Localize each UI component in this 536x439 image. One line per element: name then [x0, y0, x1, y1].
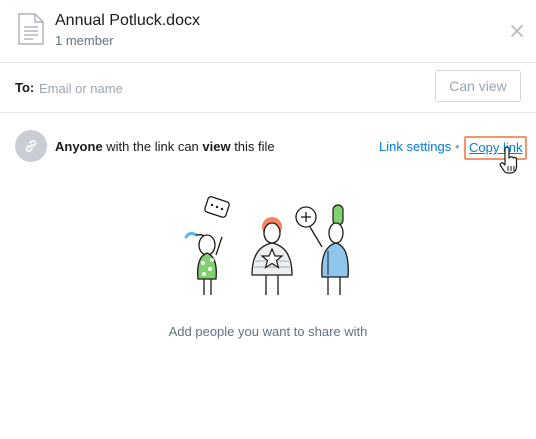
person-right [295, 204, 349, 295]
link-settings-link[interactable]: Link settings [379, 139, 451, 154]
link-access-middle: with the link can [102, 139, 203, 154]
people-sharing-illustration [184, 196, 349, 295]
person-middle [251, 217, 293, 295]
invite-row: To: Can view [0, 63, 536, 113]
link-access-description: Anyone with the link can view this file [55, 139, 275, 154]
link-access-who: Anyone [55, 139, 103, 154]
file-name: Annual Potluck.docx [55, 12, 200, 29]
link-sharing-row: Anyone with the link can view this file … [0, 113, 536, 179]
close-icon[interactable] [508, 22, 526, 40]
email-or-name-input[interactable] [37, 76, 421, 100]
member-count: 1 member [55, 33, 114, 48]
to-label: To: [15, 80, 35, 95]
hand-pointer-cursor-icon [499, 146, 518, 174]
link-icon [25, 140, 37, 152]
document-icon [18, 13, 44, 45]
link-access-permission: view [202, 139, 231, 154]
link-access-suffix: this file [230, 139, 275, 154]
link-icon-badge [15, 130, 47, 162]
separator-dot: • [455, 139, 460, 154]
dialog-header: Annual Potluck.docx 1 member [0, 0, 536, 63]
permission-button[interactable]: Can view [435, 70, 521, 102]
empty-state-message: Add people you want to share with [168, 324, 368, 339]
person-left [184, 196, 230, 295]
